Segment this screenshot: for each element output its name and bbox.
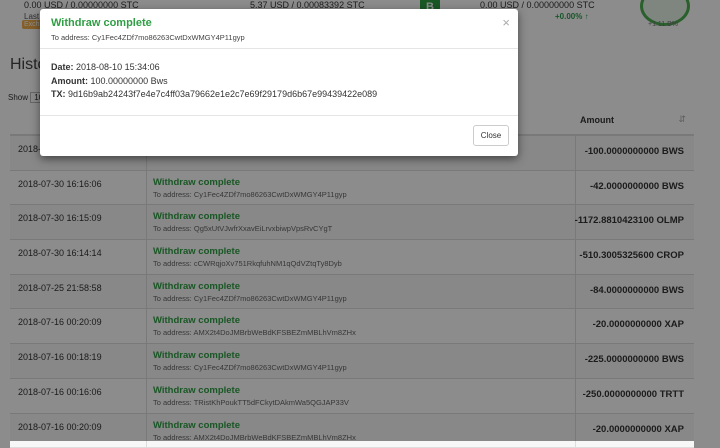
modal-header: Withdraw complete To address: Cy1Fec4ZDf… [40,9,518,49]
modal-title: Withdraw complete [51,17,152,29]
amount-value: 100.00000000 Bws [91,76,168,86]
tx-line: TX: 9d16b9ab24243f7e4e7c4ff03a79662e1e2c… [51,88,377,102]
date-label: Date: [51,62,74,72]
date-line: Date: 2018-08-10 15:34:06 [51,61,377,75]
modal-subtitle: To address: Cy1Fec4ZDf7mo86263CwtDxWMGY4… [51,33,245,42]
tx-value: 9d16b9ab24243f7e4e7c4ff03a79662e1e2c7e69… [68,89,377,99]
amount-line: Amount: 100.00000000 Bws [51,75,377,89]
tx-label: TX: [51,89,66,99]
page-background: 0.00 USD / 0.00000000 STC Last P Exch 5.… [0,0,720,441]
modal-body: Date: 2018-08-10 15:34:06 Amount: 100.00… [51,61,377,102]
modal-footer: Close [40,115,518,157]
amount-label: Amount: [51,76,88,86]
close-icon[interactable]: × [502,15,510,30]
withdraw-modal: Withdraw complete To address: Cy1Fec4ZDf… [40,9,518,156]
close-button[interactable]: Close [473,125,509,146]
date-value: 2018-08-10 15:34:06 [76,62,160,72]
